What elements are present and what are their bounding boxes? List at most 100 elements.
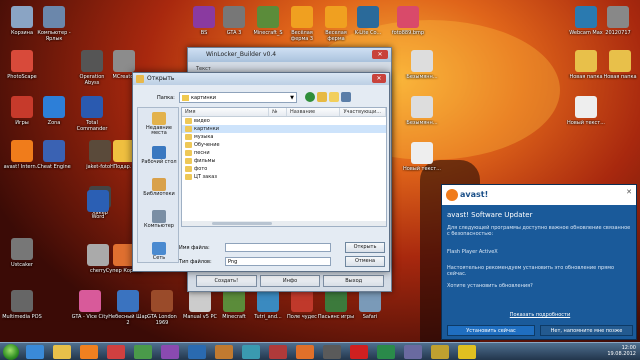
filetype-select[interactable]: Png	[225, 257, 331, 266]
desktop-shortcut[interactable]: GTA - Vice City	[70, 290, 110, 326]
open-dialog[interactable]: Открыть ✕ Папка: картинки ▼ Недавние мес…	[132, 72, 390, 272]
new-folder-icon[interactable]	[329, 92, 339, 102]
column-name[interactable]: Имя	[182, 108, 270, 116]
desktop-shortcut[interactable]: GTA London 1969	[142, 290, 182, 326]
desktop-shortcut[interactable]: PhotoScape	[2, 50, 42, 86]
exit-button[interactable]: Выход	[323, 275, 385, 287]
cancel-button[interactable]: Отмена	[345, 256, 385, 267]
shortcut-icon	[223, 290, 245, 312]
desktop-shortcut[interactable]: Multimedia POS	[2, 290, 42, 326]
desktop-shortcut[interactable]: Total Commander	[72, 96, 112, 132]
start-button[interactable]	[3, 344, 19, 360]
shortcut-icon	[397, 6, 419, 28]
app-icon[interactable]	[134, 345, 152, 359]
desktop-shortcut[interactable]: Cheat Engine	[34, 140, 74, 176]
app-icon[interactable]	[242, 345, 260, 359]
lookin-select[interactable]: картинки ▼	[179, 92, 297, 103]
scrollbar-thumb[interactable]	[212, 222, 272, 225]
shortcut-icon	[609, 50, 631, 72]
file-row[interactable]: фильмы	[182, 157, 386, 165]
place-network[interactable]: Сеть	[138, 242, 180, 261]
desktop-shortcut[interactable]: Operation Abyss	[72, 50, 112, 86]
clock[interactable]: 12:00 19.08.2012	[607, 345, 636, 357]
file-row[interactable]: видео	[182, 117, 386, 125]
close-icon[interactable]: ✕	[626, 188, 632, 196]
column-number[interactable]: №	[269, 108, 287, 116]
app-icon[interactable]	[215, 345, 233, 359]
back-icon[interactable]	[305, 92, 315, 102]
ie-icon[interactable]	[26, 345, 44, 359]
media-player-icon[interactable]	[80, 345, 98, 359]
computer-icon	[152, 210, 166, 223]
file-row[interactable]: фото	[182, 165, 386, 173]
firefox-icon[interactable]	[296, 345, 314, 359]
desktop-shortcut[interactable]: Zona	[34, 96, 74, 132]
desktop-shortcut[interactable]: foto889.bmp	[388, 6, 428, 42]
explorer-icon[interactable]	[53, 345, 71, 359]
app-icon[interactable]	[269, 345, 287, 359]
desktop-shortcut[interactable]: Новый текст...	[566, 96, 606, 132]
shortcut-label: Безымянн...	[406, 120, 438, 126]
desktop-shortcut[interactable]: Новая папка	[600, 50, 640, 86]
shortcut-icon	[11, 96, 33, 118]
column-artists[interactable]: Участвующи...	[340, 108, 386, 116]
shortcut-icon	[189, 290, 211, 312]
horizontal-scrollbar[interactable]	[182, 221, 386, 226]
libraries-icon	[152, 178, 166, 191]
desktop-shortcut[interactable]: Ustcaker	[2, 238, 42, 274]
file-row[interactable]: песни	[182, 149, 386, 157]
shortcut-icon	[223, 6, 245, 28]
place-computer[interactable]: Компьютер	[138, 210, 180, 229]
app-icon[interactable]	[107, 345, 125, 359]
file-list[interactable]: Имя № Название Участвующи... видео карти…	[181, 107, 387, 227]
view-menu-icon[interactable]	[341, 92, 351, 102]
desktop-shortcut[interactable]: 20120717	[598, 6, 638, 42]
desktop-shortcut[interactable]: Компьютер - Ярлык	[34, 6, 74, 42]
info-button[interactable]: Инфо	[259, 275, 321, 287]
avast-text-2: Настоятельно рекомендуем установить это …	[447, 265, 615, 277]
up-folder-icon[interactable]	[317, 92, 327, 102]
create-button[interactable]: Создать!	[196, 275, 257, 287]
avast-question: Хотите установить обновления?	[447, 283, 533, 289]
file-row[interactable]: музыка	[182, 133, 386, 141]
app-icon[interactable]	[323, 345, 341, 359]
place-recent[interactable]: Недавние места	[138, 112, 180, 136]
shortcut-label: foto889.bmp	[391, 30, 425, 36]
app-icon[interactable]	[404, 345, 422, 359]
app-icon[interactable]	[188, 345, 206, 359]
remind-later-button[interactable]: Нет, напомните мне позже	[540, 325, 633, 336]
dialog-close-button[interactable]: ✕	[372, 74, 386, 83]
install-now-button[interactable]: Установить сейчас	[447, 325, 535, 336]
radiation-icon[interactable]	[458, 345, 476, 359]
shortcut-label: Zona	[47, 120, 61, 126]
desktop-shortcut[interactable]: K-Lite Co...	[348, 6, 388, 42]
details-link[interactable]: Показать подробности	[442, 312, 638, 318]
file-row[interactable]: ЦТ заказ	[182, 173, 386, 181]
open-button[interactable]: Открыть	[345, 242, 385, 253]
shortcut-label: GTA London 1969	[147, 314, 177, 326]
shortcut-label: Word	[91, 214, 105, 220]
app-icon[interactable]	[377, 345, 395, 359]
desktop-shortcut[interactable]: Safari	[350, 290, 390, 326]
desktop-shortcut[interactable]: Безымянн...	[402, 50, 442, 86]
avast-updater-popup[interactable]: avast! ✕ avast! Software Updater Для сле…	[441, 184, 637, 340]
file-row[interactable]: Обучение	[182, 141, 386, 149]
shortcut-icon	[151, 290, 173, 312]
place-libraries[interactable]: Библиотеки	[138, 178, 180, 197]
filetype-label: Тип файлов:	[179, 259, 212, 265]
app-icon[interactable]	[431, 345, 449, 359]
column-title[interactable]: Название	[287, 108, 341, 116]
place-desktop[interactable]: Рабочий стол	[138, 146, 180, 165]
app-icon[interactable]	[161, 345, 179, 359]
desktop-shortcut[interactable]: Безымянн...	[402, 96, 442, 132]
opera-icon[interactable]	[350, 345, 368, 359]
shortcut-icon	[575, 6, 597, 28]
place-label: Сеть	[152, 255, 166, 261]
file-row[interactable]: картинки	[182, 125, 386, 133]
desktop-shortcut[interactable]: Новый текст...	[402, 142, 442, 178]
recent-places-icon	[152, 112, 166, 125]
shortcut-icon	[43, 6, 65, 28]
desktop-shortcut[interactable]: Word	[78, 190, 118, 226]
filename-input[interactable]	[225, 243, 331, 252]
winlocker-close-button[interactable]: ✕	[372, 50, 388, 59]
